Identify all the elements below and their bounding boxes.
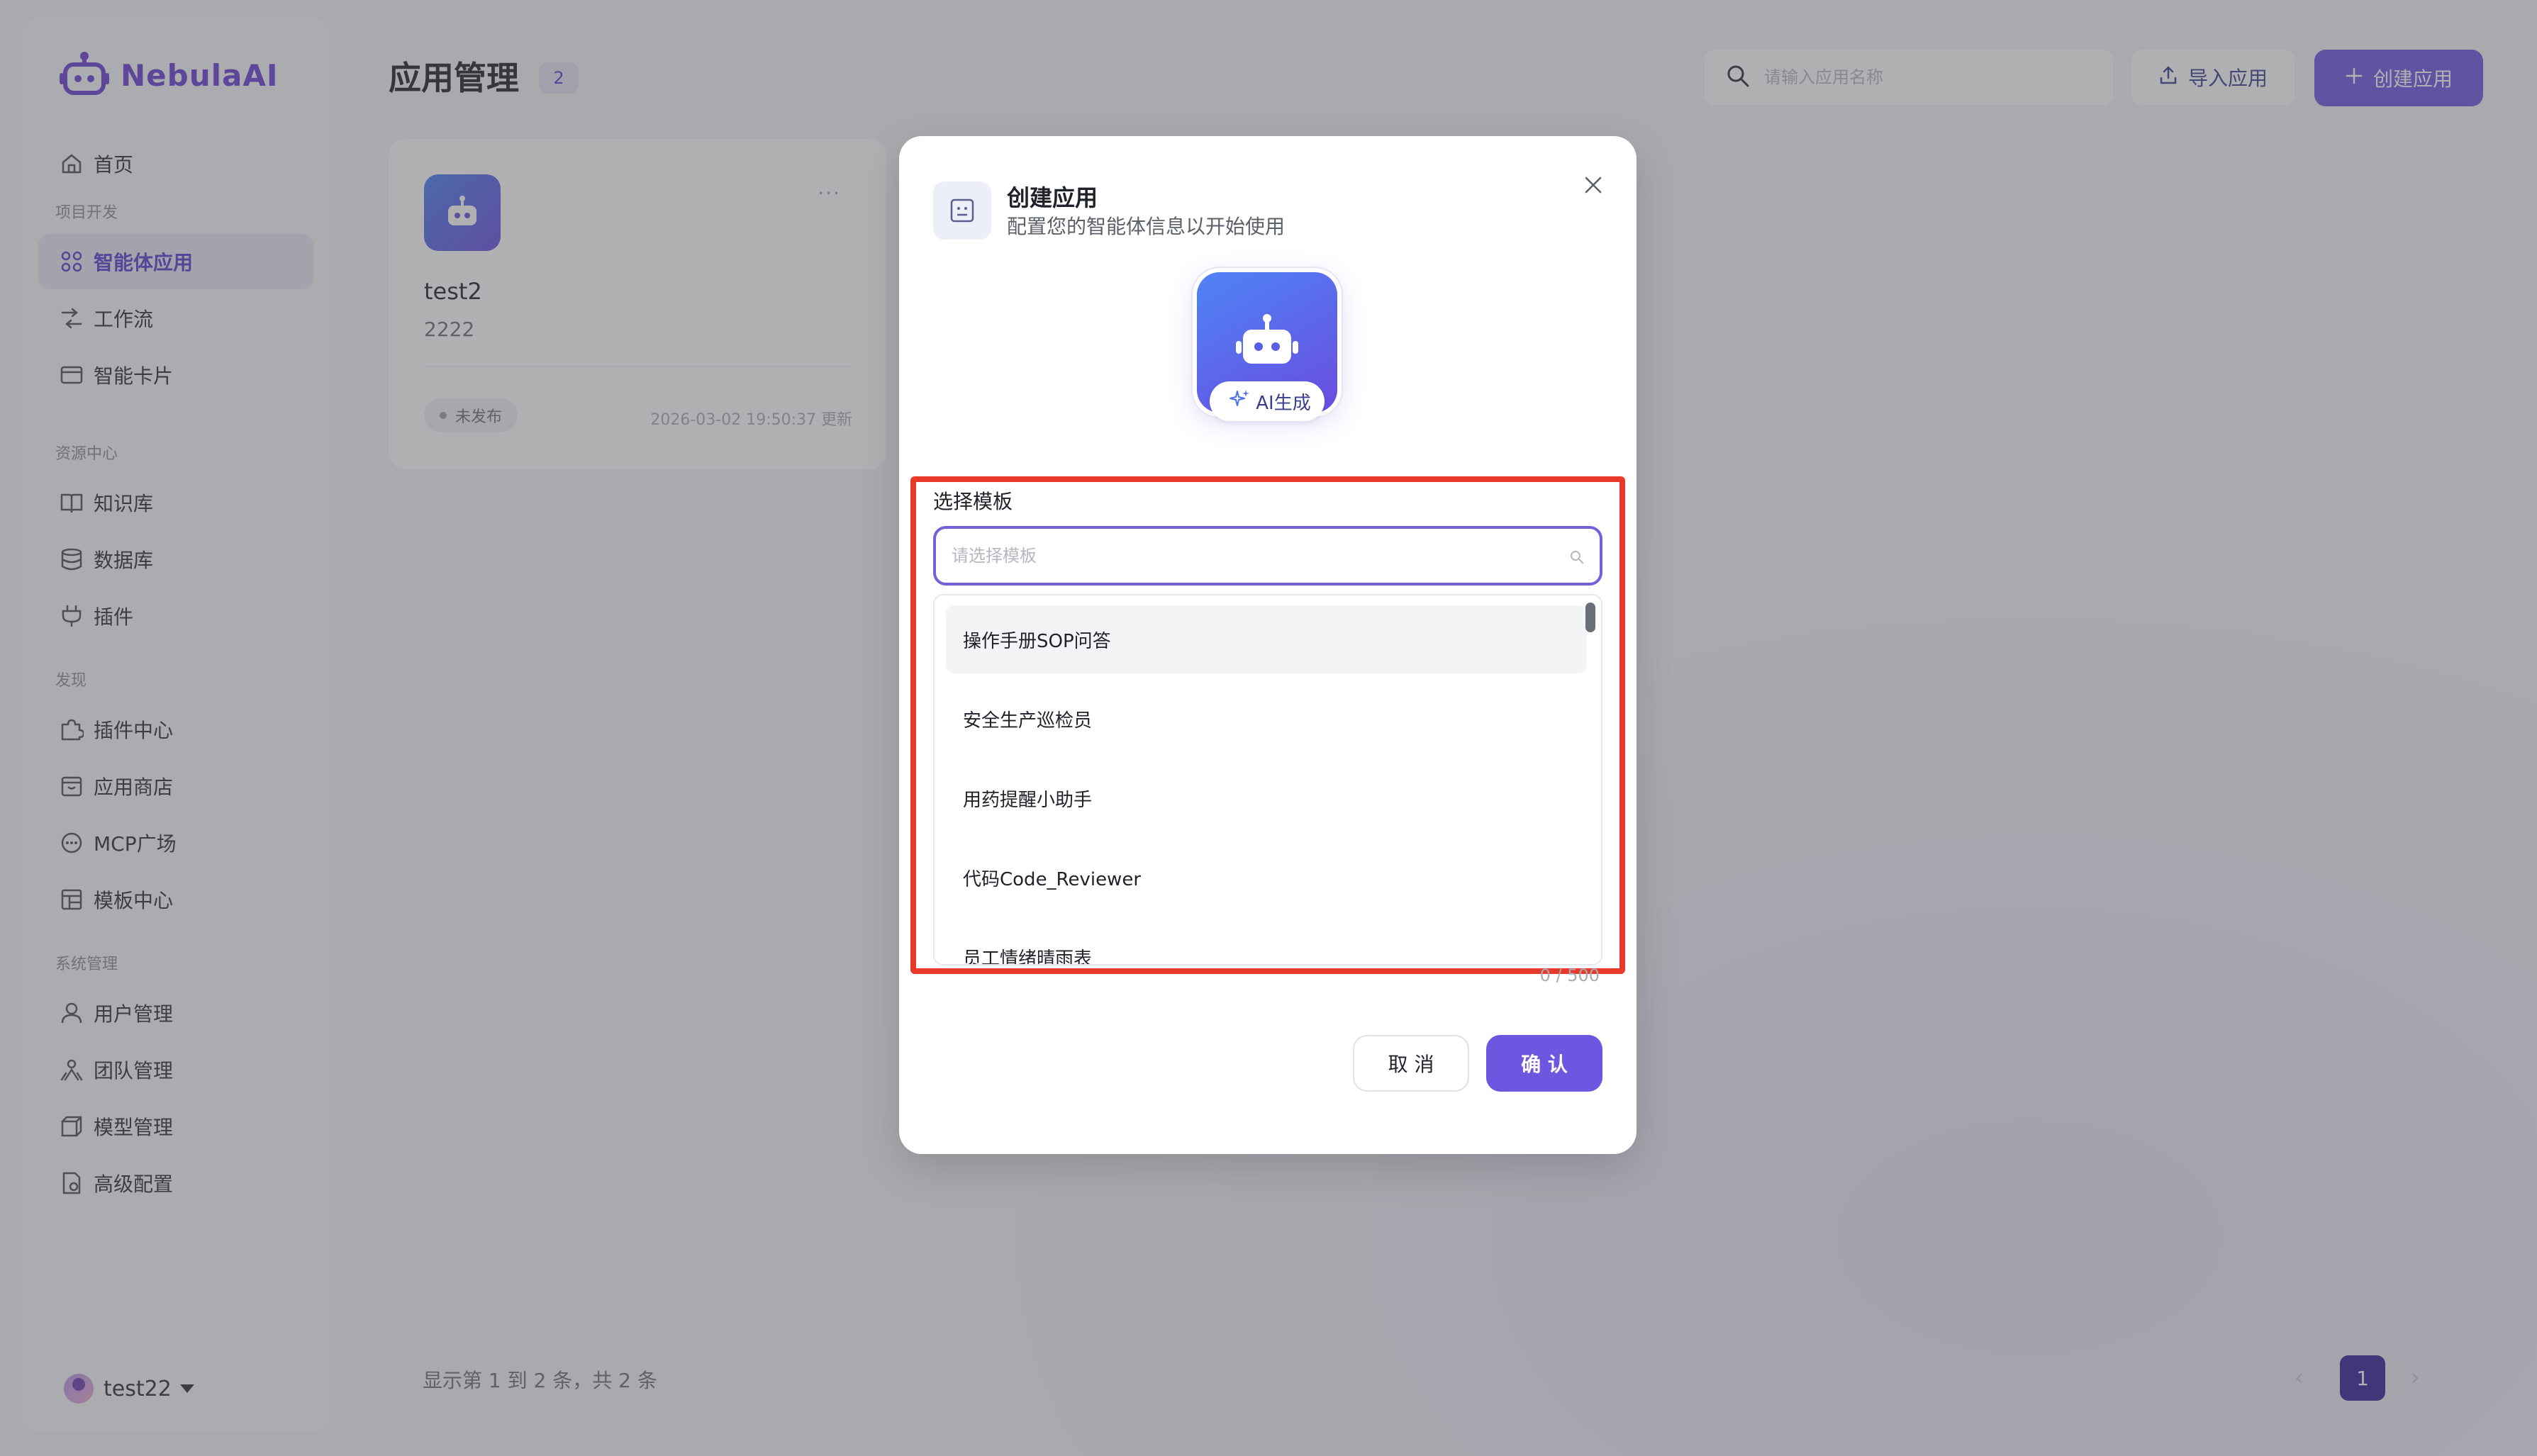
template-search-input[interactable] bbox=[952, 546, 1561, 566]
confirm-button[interactable]: 确 认 bbox=[1486, 1035, 1602, 1092]
sparkle-icon bbox=[1229, 388, 1250, 415]
robot-icon bbox=[1236, 314, 1298, 364]
dialog-title: 创建应用 bbox=[1007, 184, 1098, 211]
template-option[interactable]: 操作手册SOP问答 bbox=[946, 605, 1587, 673]
template-option[interactable]: 用药提醒小助手 bbox=[946, 764, 1587, 832]
template-option[interactable]: 代码Code_Reviewer bbox=[946, 844, 1587, 912]
template-select[interactable] bbox=[933, 526, 1602, 586]
dialog-subtitle: 配置您的智能体信息以开始使用 bbox=[1007, 215, 1286, 238]
close-icon[interactable] bbox=[1576, 167, 1611, 203]
app-form-icon bbox=[933, 181, 991, 240]
template-dropdown[interactable]: 操作手册SOP问答 安全生产巡检员 用药提醒小助手 代码Code_Reviewe… bbox=[933, 594, 1602, 965]
ai-generate-label: AI生成 bbox=[1256, 392, 1311, 414]
char-count: 0 / 500 bbox=[1539, 965, 1600, 985]
search-icon bbox=[1568, 549, 1585, 569]
cancel-button[interactable]: 取 消 bbox=[1353, 1035, 1469, 1092]
template-option[interactable]: 安全生产巡检员 bbox=[946, 685, 1587, 753]
create-app-dialog: 创建应用 配置您的智能体信息以开始使用 AI生成 选择模板 请选择模板 操作手册… bbox=[899, 136, 1636, 1154]
template-field-label: 选择模板 bbox=[933, 490, 1013, 513]
dropdown-scrollbar[interactable] bbox=[1585, 603, 1595, 632]
template-option[interactable]: 员工情绪晴雨表 bbox=[946, 923, 1587, 965]
ai-generate-button[interactable]: AI生成 bbox=[1210, 381, 1325, 421]
page: NebulaAI 首页 项目开发 智能体应用 工作流 智能卡片 资源中心 知识库… bbox=[0, 0, 2537, 1456]
